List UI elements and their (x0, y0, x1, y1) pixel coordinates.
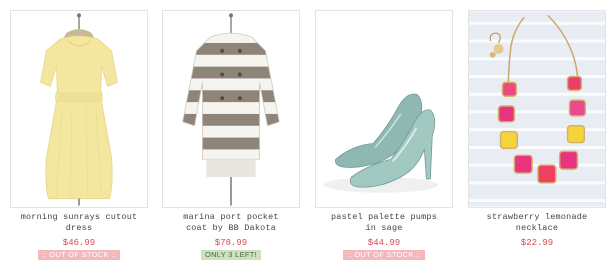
product-image-dress[interactable] (10, 10, 148, 208)
out-of-stock-badge: :: OUT OF STOCK :: (38, 250, 120, 260)
product-price: $44.99 (367, 238, 401, 248)
product-price: $22.99 (520, 238, 554, 248)
product-name[interactable]: marina port pocket coat by BB Dakota (162, 212, 300, 234)
product-grid: morning sunrays cutout dress $46.99 :: O… (0, 0, 610, 267)
product-image-necklace[interactable] (468, 10, 606, 208)
product-card[interactable]: morning sunrays cutout dress $46.99 :: O… (10, 10, 148, 260)
product-name[interactable]: morning sunrays cutout dress (10, 212, 148, 234)
necklace-image (469, 11, 605, 207)
yellow-dress-image (11, 11, 147, 207)
product-price: $78.99 (214, 238, 248, 248)
product-price: $46.99 (62, 238, 96, 248)
low-stock-badge: ONLY 3 LEFT! (200, 250, 262, 260)
product-name[interactable]: pastel palette pumps in sage (315, 212, 453, 234)
sage-pumps-image (316, 11, 452, 207)
product-image-pumps[interactable] (315, 10, 453, 208)
striped-coat-image (163, 11, 299, 207)
product-card[interactable]: marina port pocket coat by BB Dakota $78… (162, 10, 300, 260)
product-card[interactable]: strawberry lemonade necklace $22.99 (468, 10, 606, 260)
product-card[interactable]: pastel palette pumps in sage $44.99 :: O… (315, 10, 453, 260)
out-of-stock-badge: :: OUT OF STOCK :: (343, 250, 425, 260)
product-image-coat[interactable] (162, 10, 300, 208)
product-name[interactable]: strawberry lemonade necklace (468, 212, 606, 234)
